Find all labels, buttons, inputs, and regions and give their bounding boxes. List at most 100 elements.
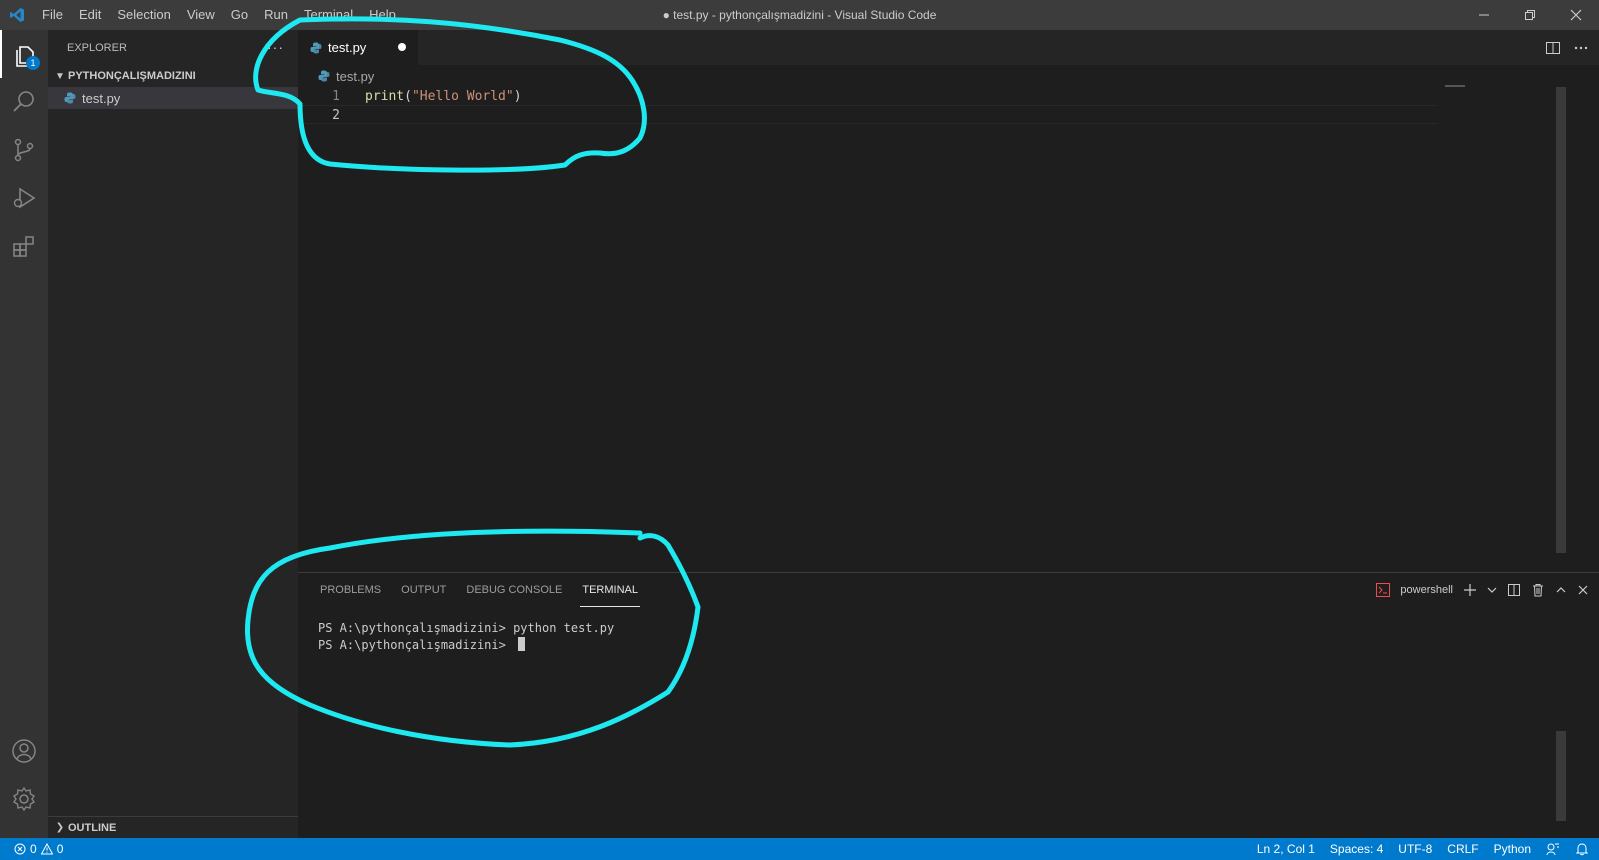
more-actions-icon[interactable] xyxy=(1573,40,1589,56)
python-file-icon xyxy=(310,42,322,53)
account-icon xyxy=(12,739,36,763)
new-terminal-icon[interactable] xyxy=(1463,583,1477,597)
close-window-button[interactable] xyxy=(1553,0,1599,30)
chevron-down-icon[interactable] xyxy=(1487,585,1497,595)
extensions-icon xyxy=(13,236,34,257)
notifications-bell-icon[interactable] xyxy=(1575,842,1589,856)
menu-terminal[interactable]: Terminal xyxy=(296,0,361,30)
tab-label: test.py xyxy=(328,40,367,55)
chevron-up-icon[interactable] xyxy=(1555,584,1567,596)
unsaved-dot-icon[interactable] xyxy=(398,43,406,51)
explorer-more-actions-button[interactable]: ··· xyxy=(267,30,284,65)
restore-icon xyxy=(1525,10,1535,20)
tab-terminal[interactable]: TERMINAL xyxy=(572,573,648,607)
end-of-line[interactable]: CRLF xyxy=(1447,842,1478,856)
tab-debug-console[interactable]: DEBUG CONSOLE xyxy=(456,573,572,607)
explorer-title: EXPLORER xyxy=(67,41,127,54)
status-right: Ln 2, Col 1 Spaces: 4 UTF-8 CRLF Python xyxy=(1257,838,1589,860)
cursor-position[interactable]: Ln 2, Col 1 xyxy=(1257,842,1315,856)
python-file-icon xyxy=(318,70,330,82)
terminal-cursor xyxy=(518,637,526,651)
activity-extensions[interactable] xyxy=(0,222,48,270)
split-terminal-icon[interactable] xyxy=(1507,583,1521,597)
feedback-icon[interactable] xyxy=(1546,842,1560,856)
run-debug-icon xyxy=(13,187,36,209)
breadcrumb-file[interactable]: test.py xyxy=(336,69,374,84)
menu-help[interactable]: Help xyxy=(361,0,404,30)
terminal-output[interactable]: PS A:\pythonçalışmadizini> python test.p… xyxy=(318,620,614,654)
minimize-button[interactable] xyxy=(1461,0,1507,30)
warning-count: 0 xyxy=(56,842,64,856)
terminal-line: PS A:\pythonçalışmadizini> python test.p… xyxy=(318,621,615,635)
activity-source-control[interactable] xyxy=(0,126,48,174)
outline-section-header[interactable]: ❯ OUTLINE xyxy=(48,816,298,838)
explorer-header: EXPLORER ··· xyxy=(48,30,298,65)
minimap[interactable] xyxy=(1445,85,1465,87)
workspace-folder-label: PYTHONÇALIŞMADIZINI xyxy=(68,70,196,82)
language-mode[interactable]: Python xyxy=(1494,842,1531,856)
editor-tab-bar: test.py xyxy=(298,30,1599,65)
menu-view[interactable]: View xyxy=(179,0,223,30)
token-string: "Hello World" xyxy=(411,89,514,104)
menu-go[interactable]: Go xyxy=(223,0,256,30)
breadcrumb[interactable]: test.py xyxy=(298,65,374,87)
line-number: 2 xyxy=(332,108,340,123)
indentation[interactable]: Spaces: 4 xyxy=(1330,842,1383,856)
activity-settings[interactable] xyxy=(0,775,48,823)
vscode-logo-icon xyxy=(0,0,34,30)
tab-test-py[interactable]: test.py xyxy=(298,30,418,65)
activity-accounts[interactable] xyxy=(0,727,48,775)
panel-tabs: PROBLEMS OUTPUT DEBUG CONSOLE TERMINAL xyxy=(310,573,648,607)
warning-icon xyxy=(40,843,53,855)
python-file-icon xyxy=(64,92,76,104)
activity-explorer[interactable]: 1 xyxy=(0,30,48,78)
code-line-current[interactable]: 2 xyxy=(298,105,1438,124)
outline-label: OUTLINE xyxy=(68,821,117,834)
tab-output[interactable]: OUTPUT xyxy=(391,573,456,607)
window-controls xyxy=(1461,0,1599,30)
status-bar: 0 0 Ln 2, Col 1 Spaces: 4 UTF-8 CRLF Pyt… xyxy=(0,838,1599,860)
chevron-down-icon: ▼ xyxy=(55,70,65,82)
line-number: 1 xyxy=(332,89,340,104)
explorer-badge: 1 xyxy=(26,56,40,70)
problems-status[interactable]: 0 0 xyxy=(14,838,63,860)
menu-edit[interactable]: Edit xyxy=(71,0,109,30)
menu-bar: File Edit Selection View Go Run Terminal… xyxy=(34,0,404,30)
file-item-test-py[interactable]: test.py xyxy=(48,87,298,109)
search-icon xyxy=(13,91,34,112)
file-item-label: test.py xyxy=(82,90,121,106)
workspace-folder[interactable]: ▼ PYTHONÇALIŞMADIZINI xyxy=(48,65,298,87)
panel-actions: powershell xyxy=(1376,573,1589,607)
encoding[interactable]: UTF-8 xyxy=(1398,842,1432,856)
settings-gear-icon xyxy=(13,786,35,812)
chevron-right-icon: ❯ xyxy=(55,822,65,833)
token-function: print xyxy=(365,89,405,104)
restore-button[interactable] xyxy=(1507,0,1553,30)
error-count: 0 xyxy=(30,842,37,856)
split-editor-icon[interactable] xyxy=(1545,40,1561,56)
code-text: print("Hello World") xyxy=(365,87,522,106)
menu-file[interactable]: File xyxy=(34,0,71,30)
terminal-prompt-text: PS A:\pythonçalışmadizini> xyxy=(318,638,514,652)
token-paren-close: ) xyxy=(513,89,522,104)
menu-selection[interactable]: Selection xyxy=(109,0,178,30)
terminal-icon xyxy=(1376,583,1391,597)
explorer-sidebar: EXPLORER ··· ▼ PYTHONÇALIŞMADIZINI test.… xyxy=(48,30,298,838)
activity-search[interactable] xyxy=(0,78,48,126)
token-paren-open: ( xyxy=(404,89,412,104)
terminal-scrollbar[interactable] xyxy=(1556,731,1566,821)
trash-icon[interactable] xyxy=(1531,583,1545,597)
title-bar: File Edit Selection View Go Run Terminal… xyxy=(0,0,1599,30)
menu-run[interactable]: Run xyxy=(256,0,296,30)
code-line[interactable]: 1 print("Hello World") xyxy=(298,87,1438,106)
activity-run-debug[interactable] xyxy=(0,174,48,222)
minimize-icon xyxy=(1479,14,1489,16)
close-icon xyxy=(1570,9,1582,21)
tab-problems[interactable]: PROBLEMS xyxy=(310,573,391,607)
terminal-selector[interactable]: powershell xyxy=(1400,584,1453,596)
close-panel-icon[interactable] xyxy=(1577,584,1589,596)
terminal-line-prompt: PS A:\pythonçalışmadizini> xyxy=(318,637,614,654)
code-editor[interactable]: 1 print("Hello World") 2 xyxy=(298,87,1599,572)
bottom-panel: PROBLEMS OUTPUT DEBUG CONSOLE TERMINAL p… xyxy=(298,572,1599,838)
editor-scrollbar[interactable] xyxy=(1556,87,1566,553)
